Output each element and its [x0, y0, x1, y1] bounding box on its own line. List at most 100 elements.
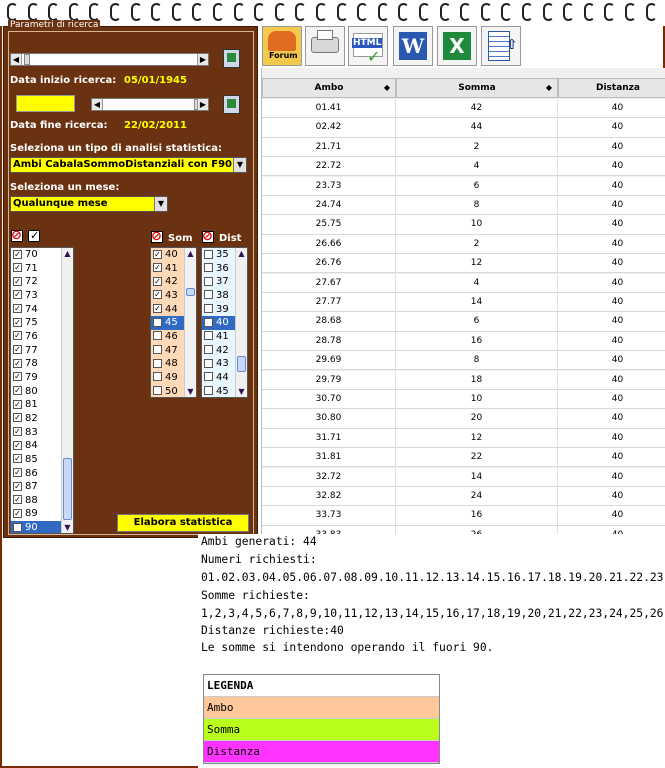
slider-right-arrow-icon[interactable]: ▶	[197, 54, 208, 65]
slider-left-arrow-icon[interactable]: ◀	[11, 54, 22, 65]
column-header-distanza[interactable]: Distanza	[558, 78, 665, 98]
select-all-numbers-icon[interactable]	[28, 229, 40, 242]
checkbox[interactable]	[153, 386, 162, 396]
checkbox[interactable]: ✓	[153, 249, 162, 259]
elabora-button[interactable]: Elabora statistica	[117, 514, 249, 532]
excel-export-button[interactable]: X	[437, 26, 477, 66]
deselect-all-numbers-icon[interactable]	[11, 228, 23, 243]
month-select[interactable]: Qualunque mese ▼	[10, 196, 168, 212]
checkbox[interactable]	[204, 290, 213, 300]
checkbox[interactable]: ✓	[204, 317, 213, 327]
sort-icon[interactable]: ◆	[384, 79, 390, 97]
deselect-all-dist-icon[interactable]	[202, 229, 214, 244]
checkbox[interactable]	[153, 358, 162, 368]
checkbox[interactable]: ✓	[13, 481, 22, 491]
table-row[interactable]: 32.82 24 40	[262, 487, 665, 507]
table-row[interactable]: 30.70 10 40	[262, 390, 665, 410]
sums-list[interactable]: ✓ 40 ✓ 41 ✓ 42 ✓ 43 ✓ 44 ✓ 45 46 47 48 49 50 ▲ ▼	[150, 247, 197, 398]
checkbox[interactable]: ✓	[13, 413, 22, 423]
scroll-thumb[interactable]	[237, 356, 246, 372]
table-row[interactable]: 31.71 12 40	[262, 428, 665, 449]
checkbox[interactable]: ✓	[13, 331, 22, 341]
html-export-button[interactable]: HTML ✓	[348, 26, 388, 66]
checkbox[interactable]: ✓	[13, 427, 22, 437]
analysis-type-select[interactable]: Ambi CabalaSommoDistanziali con F90 ▼	[10, 157, 247, 173]
end-date-slider[interactable]: ◀ ▶	[91, 98, 209, 111]
checkbox[interactable]: ✓	[13, 263, 22, 273]
end-date-input[interactable]	[16, 95, 75, 112]
checkbox[interactable]: ✓	[153, 263, 162, 273]
scroll-thumb[interactable]	[63, 458, 72, 520]
slider-right-arrow-icon[interactable]: ▶	[197, 99, 208, 110]
checkbox[interactable]	[204, 263, 213, 273]
table-row[interactable]: 26.76 12 40	[262, 254, 665, 274]
print-button[interactable]	[305, 26, 345, 66]
table-row[interactable]: 28.68 6 40	[262, 312, 665, 332]
checkbox[interactable]	[204, 345, 213, 355]
checkbox[interactable]: ✓	[13, 468, 22, 477]
dist-list-scrollbar[interactable]: ▲ ▼	[235, 248, 247, 397]
checkbox[interactable]: ✓	[13, 522, 22, 532]
deselect-all-sums-icon[interactable]	[151, 229, 163, 244]
table-row[interactable]: 21.71 2 40	[262, 137, 665, 158]
checkbox[interactable]: ✓	[13, 249, 22, 259]
calendar-icon[interactable]	[223, 49, 240, 68]
checkbox[interactable]: ✓	[13, 386, 22, 396]
checkbox[interactable]	[204, 386, 213, 396]
checkbox[interactable]	[153, 372, 162, 382]
start-date-slider[interactable]: ◀ ▶	[10, 53, 209, 66]
table-row[interactable]: 27.67 4 40	[262, 273, 665, 293]
checkbox[interactable]: ✓	[13, 454, 22, 464]
checkbox[interactable]: ✓	[13, 399, 22, 409]
table-row[interactable]: 29.79 18 40	[262, 370, 665, 390]
checkbox[interactable]: ✓	[153, 304, 162, 314]
calendar-icon[interactable]	[223, 95, 240, 114]
checkbox[interactable]: ✓	[13, 276, 22, 286]
table-row[interactable]: 23.73 6 40	[262, 176, 665, 196]
column-header-ambo[interactable]: Ambo ◆	[262, 78, 396, 98]
scroll-down-icon[interactable]: ▼	[236, 386, 247, 397]
table-row[interactable]: 24.74 8 40	[262, 196, 665, 216]
dist-list[interactable]: 35 36 37 38 39 ✓ 40 41 42 43 44 45 ▲ ▼	[201, 247, 248, 398]
numbers-list[interactable]: ✓ 70 ✓ 71 ✓ 72 ✓ 73 ✓ 74 ✓ 75 ✓ 76 ✓ 77 ✓ 78 ✓ 79 ✓ 80 ✓ 81 ✓ 82 ✓…	[10, 247, 74, 534]
scroll-down-icon[interactable]: ▼	[185, 386, 196, 397]
table-row[interactable]: 02.42 44 40	[262, 118, 665, 138]
checkbox[interactable]: ✓	[13, 290, 22, 300]
scroll-thumb[interactable]	[186, 288, 195, 296]
checkbox[interactable]	[204, 372, 213, 382]
table-row[interactable]: 22.72 4 40	[262, 157, 665, 177]
table-row[interactable]: 26.66 2 40	[262, 234, 665, 255]
checkbox[interactable]: ✓	[153, 276, 162, 286]
checkbox[interactable]	[204, 249, 213, 259]
scroll-down-icon[interactable]: ▼	[62, 522, 73, 533]
table-row[interactable]: 28.78 16 40	[262, 331, 665, 352]
forum-button[interactable]: Forum	[262, 26, 302, 66]
table-row[interactable]: 30.80 20 40	[262, 409, 665, 429]
checkbox[interactable]: ✓	[13, 495, 22, 505]
checkbox[interactable]: ✓	[13, 317, 22, 327]
slider-thumb[interactable]	[24, 54, 30, 65]
checkbox[interactable]	[153, 345, 162, 355]
export-table-button[interactable]: ⇧	[481, 26, 521, 66]
scroll-up-icon[interactable]: ▲	[236, 248, 247, 259]
checkbox[interactable]	[153, 331, 162, 341]
checkbox[interactable]	[204, 331, 213, 341]
checkbox[interactable]: ✓	[13, 345, 22, 355]
checkbox[interactable]: ✓	[153, 317, 162, 327]
table-row[interactable]: 29.69 8 40	[262, 351, 665, 371]
chevron-down-icon[interactable]: ▼	[233, 158, 246, 172]
scroll-up-icon[interactable]: ▲	[185, 248, 196, 259]
table-row[interactable]: 33.73 16 40	[262, 506, 665, 526]
checkbox[interactable]: ✓	[13, 358, 22, 368]
column-header-somma[interactable]: Somma ◆	[396, 78, 558, 98]
table-row[interactable]: 01.41 42 40	[262, 99, 665, 119]
numbers-list-scrollbar[interactable]: ▲ ▼	[61, 248, 73, 533]
word-export-button[interactable]: W	[393, 26, 433, 66]
chevron-down-icon[interactable]: ▼	[154, 197, 167, 211]
table-row[interactable]: 31.81 22 40	[262, 448, 665, 468]
checkbox[interactable]	[204, 358, 213, 368]
checkbox[interactable]: ✓	[13, 304, 22, 314]
checkbox[interactable]: ✓	[13, 440, 22, 450]
table-row[interactable]: 32.72 14 40	[262, 467, 665, 487]
sums-list-scrollbar[interactable]: ▲ ▼	[184, 248, 196, 397]
